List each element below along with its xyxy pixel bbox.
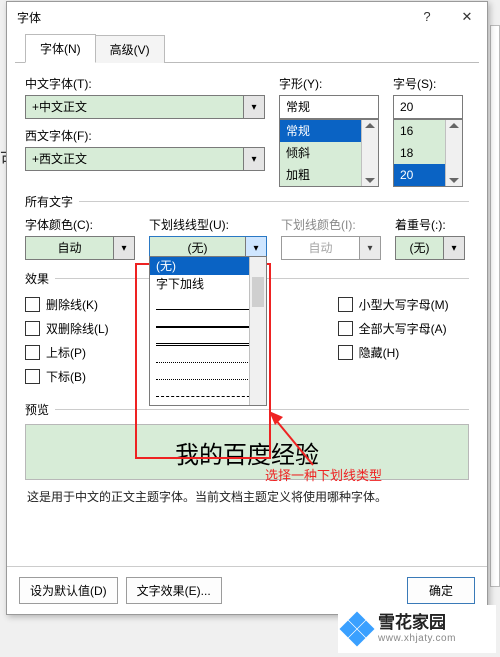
input-size[interactable]: 20: [393, 95, 463, 119]
underline-option-dash[interactable]: [156, 382, 260, 397]
label-cn-font: 中文字体(T):: [25, 75, 265, 92]
preview-box: 我的百度经验: [25, 424, 469, 480]
label-style: 字形(Y):: [279, 75, 379, 92]
checkbox-all-caps[interactable]: 全部大写字母(A): [338, 317, 469, 339]
chevron-down-icon[interactable]: ▾: [243, 96, 264, 118]
label-font-color: 字体颜色(C):: [25, 216, 135, 233]
checkbox-hidden[interactable]: 隐藏(H): [338, 341, 469, 363]
chevron-down-icon[interactable]: ▾: [243, 148, 264, 170]
label-latin-font: 西文字体(F):: [25, 127, 265, 144]
titlebar[interactable]: 字体 ? ✕: [7, 2, 487, 32]
tab-strip: 字体(N) 高级(V): [15, 34, 479, 63]
listbox-style[interactable]: 常规 倾斜 加粗: [279, 119, 379, 187]
scrollbar[interactable]: [445, 120, 462, 186]
ok-button[interactable]: 确定: [407, 577, 475, 604]
dialog-title: 字体: [17, 9, 407, 26]
checkbox-small-caps[interactable]: 小型大写字母(M): [338, 293, 469, 315]
underline-option-single[interactable]: [156, 295, 260, 310]
section-all-text: 所有文字: [25, 193, 469, 210]
combo-emphasis[interactable]: (无) ▾: [395, 236, 465, 260]
checkbox-double-strikethrough[interactable]: 双删除线(L): [25, 317, 130, 339]
annotation-arrow: [269, 411, 319, 471]
underline-option-double[interactable]: [156, 330, 260, 346]
combo-underline-color: 自动 ▾: [281, 236, 381, 260]
listbox-size[interactable]: 16 18 20: [393, 119, 463, 187]
tab-font[interactable]: 字体(N): [25, 34, 96, 63]
combo-font-color[interactable]: 自动 ▾: [25, 236, 135, 260]
label-underline-color: 下划线颜色(I):: [281, 216, 381, 233]
close-button[interactable]: ✕: [447, 2, 487, 32]
label-size: 字号(S):: [393, 75, 463, 92]
chevron-down-icon: ▾: [359, 237, 380, 259]
font-dialog: 字体 ? ✕ 字体(N) 高级(V) 中文字体(T): +中文正文 ▾ 西文字体…: [6, 1, 488, 615]
chevron-down-icon[interactable]: ▾: [113, 237, 134, 259]
watermark-name: 雪花家园: [378, 614, 456, 633]
watermark: 雪花家园 www.xhjaty.com: [338, 605, 496, 653]
annotation-text: 选择一种下划线类型: [265, 465, 382, 484]
checkbox-subscript[interactable]: 下标(B): [25, 365, 130, 387]
background-window-edge: [490, 25, 500, 587]
snowflake-icon: [342, 614, 372, 644]
preview-hint: 这是用于中文的正文主题字体。当前文档主题定义将使用哪种字体。: [27, 488, 467, 505]
chevron-down-icon[interactable]: ▾: [443, 237, 464, 259]
input-style[interactable]: 常规: [279, 95, 379, 119]
checkbox-superscript[interactable]: 上标(P): [25, 341, 130, 363]
checkbox-strikethrough[interactable]: 删除线(K): [25, 293, 130, 315]
dropdown-underline[interactable]: (无) 字下加线: [149, 256, 267, 406]
underline-option-thick[interactable]: [156, 312, 260, 328]
watermark-url: www.xhjaty.com: [378, 633, 456, 644]
combo-latin-font[interactable]: +西文正文 ▾: [25, 147, 265, 171]
tab-advanced[interactable]: 高级(V): [95, 35, 165, 63]
combo-cn-font[interactable]: +中文正文 ▾: [25, 95, 265, 119]
scrollbar[interactable]: [249, 257, 266, 405]
label-underline: 下划线线型(U):: [149, 216, 267, 233]
text-effects-button[interactable]: 文字效果(E)...: [126, 577, 222, 604]
underline-option-dotted[interactable]: [156, 348, 260, 363]
help-button[interactable]: ?: [407, 2, 447, 32]
set-default-button[interactable]: 设为默认值(D): [19, 577, 118, 604]
label-emphasis: 着重号(:):: [395, 216, 465, 233]
underline-option-dotted-thick[interactable]: [156, 365, 260, 380]
scrollbar[interactable]: [361, 120, 378, 186]
